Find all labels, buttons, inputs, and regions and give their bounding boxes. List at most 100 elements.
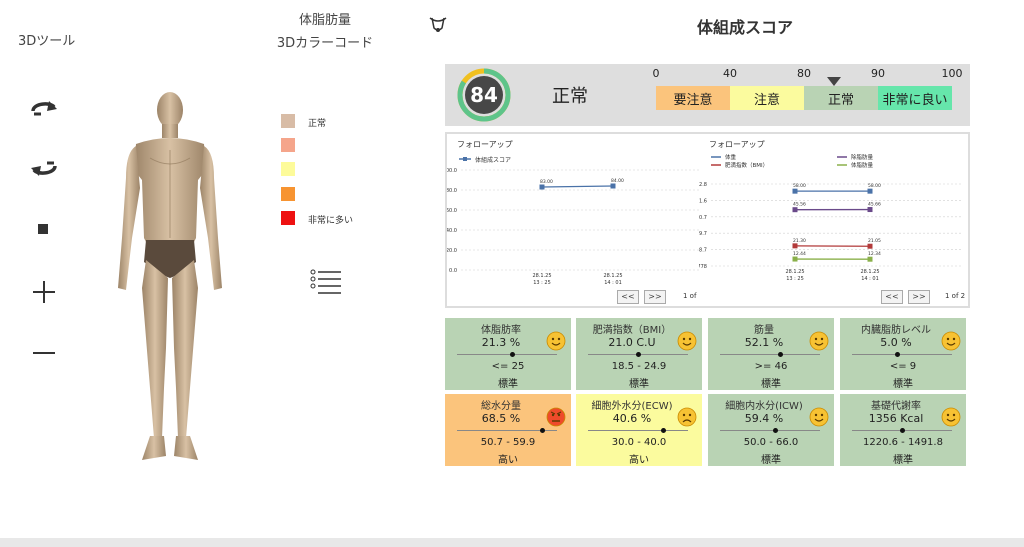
- metric-value: 52.1 %: [744, 336, 784, 349]
- metric-card[interactable]: 細胞内水分(ICW) 59.4 % 50.0 - 66.0 標準: [708, 394, 834, 466]
- body-3d-model[interactable]: [110, 88, 230, 463]
- metric-value: 40.6 %: [612, 412, 652, 425]
- metric-card[interactable]: 筋量 52.1 % >= 46 標準: [708, 318, 834, 390]
- data-point: [792, 243, 798, 249]
- metric-range-bar: [457, 354, 557, 355]
- metric-status: 標準: [761, 379, 781, 390]
- metric-status: 高い: [498, 455, 518, 466]
- y-tick-label: 80.0: [447, 188, 457, 194]
- y-tick-label: 62.8: [699, 182, 707, 188]
- score-scale: 0 40 80 90 100 要注意 注意 正常 非常に良い: [652, 64, 963, 126]
- metric-range: 18.5 - 24.9: [611, 361, 667, 372]
- x-tick-label: 13 : 25: [786, 276, 804, 282]
- followup-left-prev-button[interactable]: <<: [617, 290, 639, 304]
- score-history-chart: 100.080.060.040.020.00.028.1.2513 : 2528…: [447, 168, 699, 286]
- tools-title: 3Dツール: [18, 34, 76, 49]
- smiley-happy-icon: [941, 407, 961, 427]
- followup-left-page-info: 1 of: [683, 292, 697, 300]
- metric-value: 59.4 %: [744, 412, 784, 425]
- metric-card[interactable]: 内臓脂肪レベル 5.0 % <= 9 標準: [840, 318, 966, 390]
- metric-value: 21.0 C.U: [608, 336, 656, 349]
- smiley-happy-icon: [809, 407, 829, 427]
- metric-range: 30.0 - 40.0: [611, 437, 667, 448]
- y-tick-label: 60.0: [447, 208, 457, 214]
- followup-right-prev-button[interactable]: <<: [881, 290, 903, 304]
- score-panel: 84 正常 0 40 80 90 100 要注意 注意 正常 非常に良い: [445, 64, 970, 126]
- metric-range-bar: [588, 430, 688, 431]
- data-label: 12.34: [868, 251, 881, 257]
- metric-status: 標準: [893, 379, 913, 390]
- metric-status: 標準: [893, 455, 913, 466]
- x-tick-label: 28.1.25: [532, 273, 551, 279]
- x-tick-label: 28.1.25: [785, 269, 804, 275]
- score-marker-icon: [826, 77, 841, 86]
- metric-card[interactable]: 体脂肪率 21.3 % <= 25 標準: [445, 318, 571, 390]
- scale-num-40: 40: [723, 67, 737, 80]
- data-label: 83.00: [540, 179, 553, 185]
- metric-range: 1220.6 - 1491.8: [863, 437, 943, 448]
- body-metrics-history-chart: 62.851.640.729.718.77.77828.1.2513 : 252…: [699, 182, 961, 282]
- legend-swatch-normal: [281, 114, 295, 128]
- followup-right-legend: 体重 除脂肪量 肥満指数（BMI） 体脂肪量: [711, 153, 874, 169]
- bottom-toolbar: [0, 538, 1024, 547]
- stop-button[interactable]: [28, 214, 60, 246]
- followup-left-next-button[interactable]: >>: [644, 290, 666, 304]
- data-point: [867, 188, 873, 194]
- followup-left-title: フォローアップ: [457, 140, 513, 149]
- metric-range: >= 46: [754, 361, 788, 372]
- metric-marker: [540, 428, 545, 433]
- metric-range-bar: [720, 430, 820, 431]
- y-tick-label: 40.0: [447, 228, 457, 234]
- data-label: 84.00: [611, 178, 624, 184]
- y-tick-label: 51.6: [699, 198, 707, 204]
- smiley-happy-icon: [809, 331, 829, 351]
- metric-range: <= 9: [889, 361, 917, 372]
- metric-card[interactable]: 総水分量 68.5 % 50.7 - 59.9 高い: [445, 394, 571, 466]
- scale-seg-attention: 注意: [730, 86, 804, 110]
- metric-marker: [778, 352, 783, 357]
- legend-label-normal: 正常: [308, 119, 327, 129]
- metric-value: 21.3 %: [481, 336, 521, 349]
- rotate-right-button[interactable]: [28, 92, 60, 124]
- metric-value: 1356 Kcal: [868, 412, 924, 425]
- scale-num-80: 80: [797, 67, 811, 80]
- data-label: 45.66: [868, 202, 881, 208]
- metric-card[interactable]: 細胞外水分(ECW) 40.6 % 30.0 - 40.0 高い: [576, 394, 702, 466]
- legend-bmi: 肥満指数（BMI）: [725, 161, 768, 169]
- rotate-left-button[interactable]: [28, 153, 60, 185]
- metric-label: 内臓脂肪レベル: [861, 325, 931, 336]
- metric-status: 高い: [629, 455, 649, 466]
- smiley-sad-icon: [677, 407, 697, 427]
- y-tick-label: 18.7: [699, 248, 707, 254]
- rotate-cw-icon: [31, 101, 57, 116]
- score-status: 正常: [552, 86, 588, 107]
- scale-seg-very-good: 非常に良い: [878, 86, 952, 110]
- legend-label-very-high: 非常に多い: [308, 216, 354, 226]
- zoom-in-button[interactable]: [28, 276, 60, 308]
- metric-marker: [900, 428, 905, 433]
- data-label: 45.56: [793, 202, 806, 208]
- metric-card[interactable]: 基礎代謝率 1356 Kcal 1220.6 - 1491.8 標準: [840, 394, 966, 466]
- list-menu-button[interactable]: [310, 268, 342, 302]
- zoom-out-button[interactable]: [28, 337, 60, 369]
- metric-marker: [510, 352, 515, 357]
- followup-right-title: フォローアップ: [709, 140, 765, 149]
- scale-num-0: 0: [652, 67, 660, 80]
- followup-right-next-button[interactable]: >>: [908, 290, 930, 304]
- data-label: 12.44: [793, 251, 806, 257]
- score-value: 84: [470, 83, 498, 107]
- metric-value: 5.0 %: [880, 336, 912, 349]
- data-point: [792, 207, 798, 213]
- data-point: [792, 188, 798, 194]
- followup-right-page-info: 1 of 2: [945, 292, 966, 300]
- data-point: [610, 183, 616, 189]
- square-icon: [38, 224, 48, 234]
- data-point: [867, 243, 873, 249]
- metric-status: 標準: [761, 455, 781, 466]
- data-point: [867, 207, 873, 213]
- data-point: [539, 184, 545, 190]
- metric-marker: [636, 352, 641, 357]
- metric-card[interactable]: 肥満指数（BMI） 21.0 C.U 18.5 - 24.9 標準: [576, 318, 702, 390]
- page-title: 体組成スコア: [696, 18, 793, 37]
- data-label: 58.00: [868, 183, 881, 189]
